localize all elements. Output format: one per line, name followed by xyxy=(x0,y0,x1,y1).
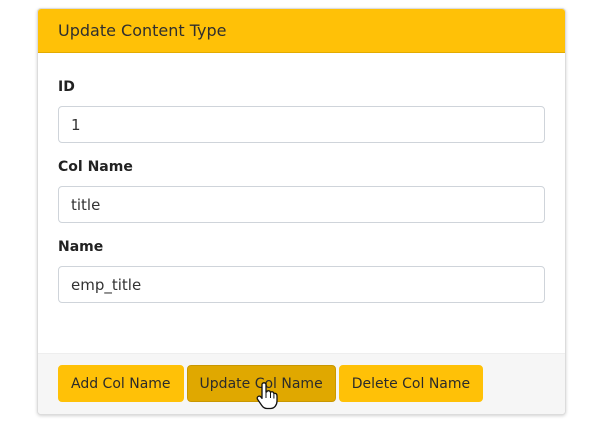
id-input[interactable] xyxy=(58,106,545,143)
card-header: Update Content Type xyxy=(38,9,565,53)
name-input[interactable] xyxy=(58,266,545,303)
col-name-input[interactable] xyxy=(58,186,545,223)
id-label: ID xyxy=(58,79,75,95)
col-name-label: Col Name xyxy=(58,159,133,175)
name-label: Name xyxy=(58,239,104,255)
add-col-name-button[interactable]: Add Col Name xyxy=(58,365,184,402)
col-name-form-group: Col Name xyxy=(58,159,545,223)
name-form-group: Name xyxy=(58,239,545,303)
update-content-type-card: Update Content Type ID Col Name Name Add… xyxy=(37,8,566,415)
hand-pointer-icon xyxy=(256,382,278,410)
card-footer: Add Col Name Update Col Name Delete Col Na… xyxy=(38,353,565,414)
card-body: ID Col Name Name xyxy=(38,53,565,352)
card-title: Update Content Type xyxy=(58,21,227,40)
delete-col-name-button[interactable]: Delete Col Name xyxy=(338,365,484,402)
id-form-group: ID xyxy=(58,79,545,143)
